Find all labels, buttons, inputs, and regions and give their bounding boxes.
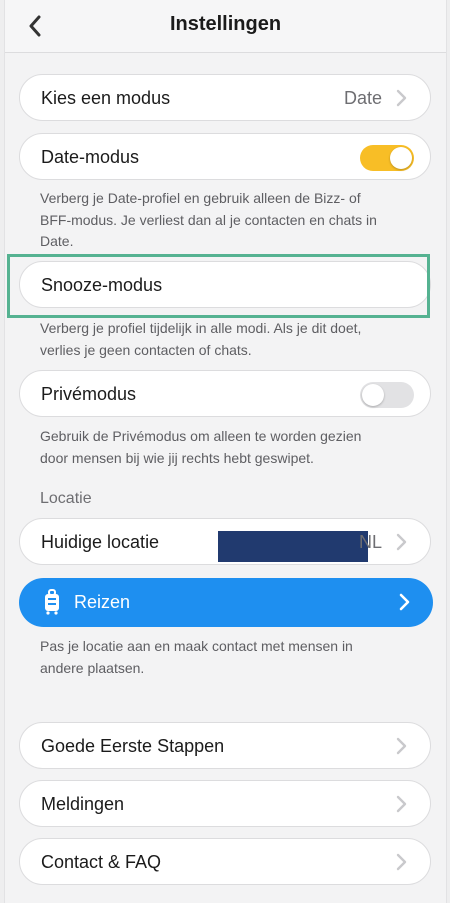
current-location-value: NL: [358, 532, 382, 552]
description-line: Date.: [40, 233, 74, 249]
private-mode-row: Privémodus: [19, 370, 431, 417]
date-mode-label: Date-modus: [41, 147, 140, 167]
description-line: Verberg je Date-profiel en gebruik allee…: [40, 190, 361, 206]
description-line: BFF-modus. Je verliest dan al je contact…: [40, 211, 377, 228]
choose-mode-value: Date: [343, 88, 382, 108]
date-mode-toggle[interactable]: [360, 145, 414, 171]
current-location-label: Huidige locatie: [41, 532, 160, 552]
notifications-row[interactable]: Meldingen: [19, 780, 431, 827]
chevron-right-icon: [396, 89, 407, 107]
private-mode-description: Gebruik de Privémodus om alleen te worde…: [40, 426, 410, 469]
contact-faq-label: Contact & FAQ: [41, 852, 162, 872]
chevron-right-icon: [396, 737, 407, 755]
toggle-knob: [362, 384, 384, 406]
description-line: verlies je geen contacten of chats.: [40, 341, 252, 358]
chevron-right-icon: [396, 853, 407, 871]
travel-description: Pas je locatie aan en maak contact met m…: [40, 636, 410, 679]
private-mode-label: Privémodus: [41, 384, 137, 404]
location-section-label: Locatie: [40, 490, 92, 507]
good-first-steps-row[interactable]: Goede Eerste Stappen: [19, 722, 431, 769]
choose-mode-row[interactable]: Kies een modus Date: [19, 74, 431, 121]
snooze-mode-description: Verberg je profiel tijdelijk in alle mod…: [40, 318, 410, 361]
settings-screen: Instellingen Kies een modus Date Date-mo…: [4, 0, 447, 903]
description-line: Gebruik de Privémodus om alleen te worde…: [40, 428, 362, 444]
travel-button[interactable]: Reizen: [19, 578, 433, 627]
chevron-right-icon: [396, 795, 407, 813]
description-line: Pas je locatie aan en maak contact met m…: [40, 638, 353, 654]
suitcase-icon: [45, 589, 59, 615]
top-bar: Instellingen: [5, 0, 446, 53]
notifications-label: Meldingen: [41, 794, 125, 814]
page-title: Instellingen: [169, 13, 282, 35]
contact-faq-row[interactable]: Contact & FAQ: [19, 838, 431, 885]
current-location-row[interactable]: Huidige locatie NL: [19, 518, 431, 565]
chevron-right-icon: [396, 533, 407, 551]
description-line: Verberg je profiel tijdelijk in alle mod…: [40, 320, 362, 336]
highlight-box: [7, 254, 430, 318]
description-line: andere plaatsen.: [40, 659, 145, 676]
travel-label: Reizen: [74, 592, 131, 612]
chevron-right-icon: [399, 593, 410, 611]
toggle-knob: [390, 147, 412, 169]
date-mode-row: Date-modus: [19, 133, 431, 180]
redacted-location: [218, 531, 368, 562]
choose-mode-label: Kies een modus: [41, 88, 171, 108]
private-mode-toggle[interactable]: [360, 382, 414, 408]
date-mode-description: Verberg je Date-profiel en gebruik allee…: [40, 188, 410, 253]
good-first-steps-label: Goede Eerste Stappen: [41, 736, 225, 756]
description-line: door mensen bij wie jij rechts hebt gesw…: [40, 449, 314, 466]
